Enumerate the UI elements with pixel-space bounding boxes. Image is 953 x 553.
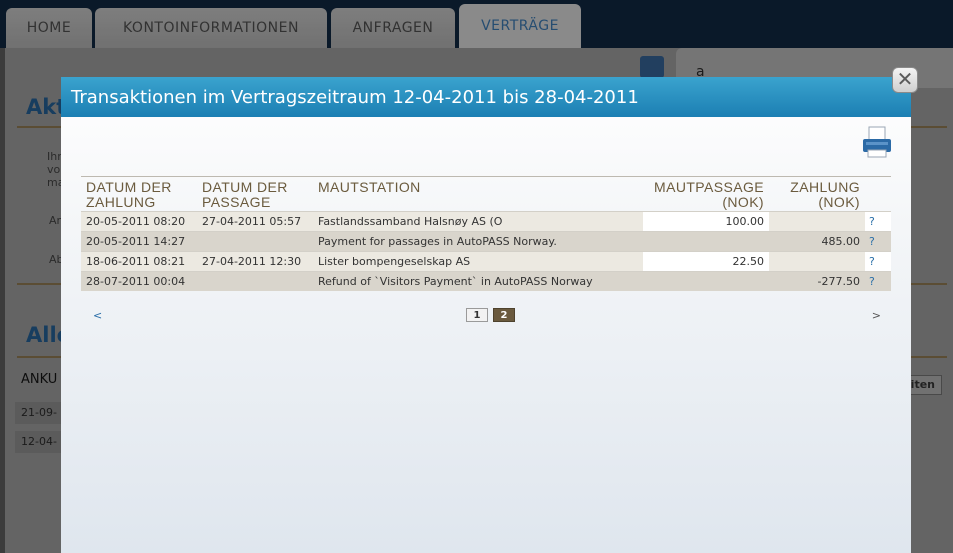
column-header-toll-passage: MAUTPASSAGE (NOK) [643,176,769,212]
column-header-help [865,176,891,212]
cell-passage-date [197,271,313,291]
cell-toll-station: Payment for passages in AutoPASS Norway. [313,231,643,252]
cell-payment-date: 18-06-2011 08:21 [81,251,197,272]
column-header-text: ZAHLUNG [86,194,156,210]
modal-title: Transaktionen im Vertragszeitraum 12-04-… [61,77,911,117]
cell-toll-station: Fastlandssamband Halsnøy AS (O [313,211,643,232]
close-icon: ✕ [896,67,914,91]
cell-payment-date: 20-05-2011 14:27 [81,231,197,252]
column-header-text: (NOK) [722,194,764,210]
cell-passage-date [197,231,313,252]
print-icon[interactable] [862,126,892,158]
cell-payment-date: 20-05-2011 08:20 [81,211,197,232]
column-header-passage-date: DATUM DER PASSAGE [197,176,313,212]
help-link[interactable]: ? [865,211,891,232]
table-row: 20-05-2011 08:20 27-04-2011 05:57 Fastla… [81,211,891,232]
table-row: 28-07-2011 00:04 Refund of `Visitors Pay… [81,271,891,291]
cell-payment-amount [769,211,865,232]
column-header-text: PASSAGE [202,194,271,210]
cell-payment-amount: -277.50 [769,271,865,291]
column-header-text: MAUTSTATION [318,179,421,195]
column-header-text: ZAHLUNG [790,179,860,195]
column-header-payment: ZAHLUNG (NOK) [769,176,865,212]
table-header-row: DATUM DER ZAHLUNG DATUM DER PASSAGE MAUT… [81,176,891,212]
cell-toll-amount: 100.00 [643,211,769,232]
transactions-modal: Transaktionen im Vertragszeitraum 12-04-… [61,77,911,553]
column-header-toll-station: MAUTSTATION [313,176,643,212]
next-page-link[interactable]: > [872,309,881,322]
cell-toll-amount: 22.50 [643,251,769,272]
transactions-table: DATUM DER ZAHLUNG DATUM DER PASSAGE MAUT… [81,176,891,291]
cell-passage-date: 27-04-2011 05:57 [197,211,313,232]
cell-passage-date: 27-04-2011 12:30 [197,251,313,272]
page-1-button[interactable]: 1 [466,308,488,322]
cell-payment-date: 28-07-2011 00:04 [81,271,197,291]
column-header-text: MAUTPASSAGE [654,179,764,195]
cell-payment-amount: 485.00 [769,231,865,252]
help-link[interactable]: ? [865,231,891,252]
cell-payment-amount [769,251,865,272]
page-2-button-current[interactable]: 2 [493,308,515,322]
help-link[interactable]: ? [865,271,891,291]
column-header-text: DATUM DER [202,179,288,195]
column-header-text: (NOK) [818,194,860,210]
pagination: < 1 2 > [81,307,891,325]
column-header-payment-date: DATUM DER ZAHLUNG [81,176,197,212]
table-row: 18-06-2011 08:21 27-04-2011 12:30 Lister… [81,251,891,272]
column-header-text: DATUM DER [86,179,172,195]
help-link[interactable]: ? [865,251,891,272]
close-button[interactable]: ✕ [892,67,918,93]
cell-toll-amount [643,271,769,291]
cell-toll-station: Refund of `Visitors Payment` in AutoPASS… [313,271,643,291]
cell-toll-amount [643,231,769,252]
previous-page-link[interactable]: < [93,309,102,322]
cell-toll-station: Lister bompengeselskap AS [313,251,643,272]
table-row: 20-05-2011 14:27 Payment for passages in… [81,231,891,252]
